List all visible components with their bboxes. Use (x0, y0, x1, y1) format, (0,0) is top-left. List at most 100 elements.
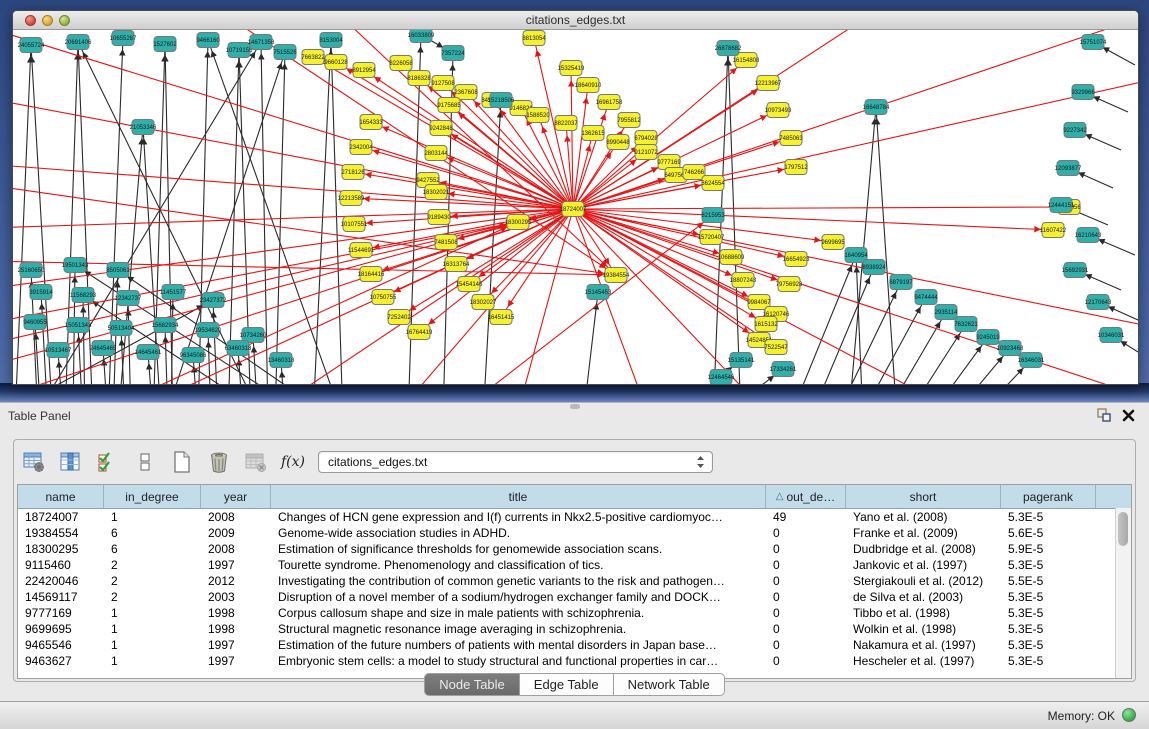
table-cell[interactable]: Stergiakouli et al. (2012) (846, 573, 1001, 589)
table-row[interactable]: 969969511998Structural magnetic resonanc… (18, 621, 1131, 637)
table-cell[interactable]: 0 (766, 557, 846, 573)
table-cell[interactable]: 9465546 (18, 637, 104, 653)
table-row[interactable]: 977716911998Corpus callosum shape and si… (18, 605, 1131, 621)
table-cell[interactable]: 1998 (201, 605, 271, 621)
table-cell[interactable]: Yano et al. (2008) (846, 509, 1001, 525)
table-row[interactable]: 911546021997Tourette syndrome. Phenomeno… (18, 557, 1131, 573)
delete-table-button[interactable] (244, 450, 268, 474)
column-header-pagerank[interactable]: pagerank (1001, 485, 1096, 508)
table-row[interactable]: 1938455462009Genome-wide association stu… (18, 525, 1131, 541)
table-cell[interactable]: 5.3E-5 (1001, 653, 1096, 669)
table-cell[interactable]: Embryonic stem cells: a model to study s… (271, 653, 766, 669)
table-cell[interactable]: Hescheler et al. (1997) (846, 653, 1001, 669)
table-cell[interactable]: 6 (104, 541, 201, 557)
table-cell[interactable]: 0 (766, 605, 846, 621)
table-cell[interactable]: 1 (104, 605, 201, 621)
table-cell[interactable]: 2008 (201, 541, 271, 557)
table-cell[interactable]: 1998 (201, 621, 271, 637)
table-source-select[interactable]: citations_edges.txt (318, 451, 713, 473)
vertical-scrollbar[interactable] (1115, 508, 1131, 678)
table-row[interactable]: 1456911722003Disruption of a novel membe… (18, 589, 1131, 605)
function-builder-button[interactable]: f(x) (281, 450, 305, 474)
table-cell[interactable]: 5.6E-5 (1001, 525, 1096, 541)
table-cell[interactable]: 2 (104, 557, 201, 573)
table-cell[interactable]: Wolkin et al. (1998) (846, 621, 1001, 637)
table-cell[interactable]: Genome-wide association studies in ADHD. (271, 525, 766, 541)
table-cell[interactable]: Changes of HCN gene expression and I(f) … (271, 509, 766, 525)
table-cell[interactable]: 2009 (201, 525, 271, 541)
table-cell[interactable]: 6 (104, 525, 201, 541)
table-cell[interactable]: 9115460 (18, 557, 104, 573)
table-cell[interactable]: 9777169 (18, 605, 104, 621)
table-cell[interactable]: Dudbridge et al. (2008) (846, 541, 1001, 557)
table-cell[interactable]: 18300295 (18, 541, 104, 557)
table-cell[interactable]: 22420046 (18, 573, 104, 589)
new-column-button[interactable] (170, 450, 194, 474)
table-cell[interactable]: 49 (766, 509, 846, 525)
table-cell[interactable]: 5.3E-5 (1001, 557, 1096, 573)
table-row[interactable]: 2242004622012Investigating the contribut… (18, 573, 1131, 589)
column-header-out-de-[interactable]: △out_de… (766, 485, 846, 508)
table-cell[interactable]: Franke et al. (2009) (846, 525, 1001, 541)
row-mode-button[interactable] (133, 450, 157, 474)
scrollbar-thumb[interactable] (1118, 512, 1128, 546)
window-titlebar[interactable]: citations_edges.txt (13, 11, 1138, 30)
show-columns-button[interactable] (59, 450, 83, 474)
table-cell[interactable]: 0 (766, 637, 846, 653)
table-cell[interactable]: 1 (104, 653, 201, 669)
table-cell[interactable]: 5.3E-5 (1001, 605, 1096, 621)
table-cell[interactable]: 9699695 (18, 621, 104, 637)
table-cell[interactable]: 5.9E-5 (1001, 541, 1096, 557)
table-cell[interactable]: Estimation of the future numbers of pati… (271, 637, 766, 653)
table-cell[interactable]: 19384554 (18, 525, 104, 541)
table-row[interactable]: 946554611997Estimation of the future num… (18, 637, 1131, 653)
table-cell[interactable]: 0 (766, 589, 846, 605)
table-row[interactable]: 1872400712008Changes of HCN gene express… (18, 509, 1131, 525)
table-cell[interactable]: 5.3E-5 (1001, 509, 1096, 525)
table-cell[interactable]: 14569117 (18, 589, 104, 605)
table-row[interactable]: 1830029562008Estimation of significance … (18, 541, 1131, 557)
table-cell[interactable]: 1 (104, 637, 201, 653)
float-window-icon[interactable] (1097, 408, 1111, 427)
table-cell[interactable]: 1 (104, 509, 201, 525)
delete-column-button[interactable] (207, 450, 231, 474)
table-cell[interactable]: 0 (766, 525, 846, 541)
column-header-in-degree[interactable]: in_degree (104, 485, 201, 508)
column-header-year[interactable]: year (201, 485, 271, 508)
table-cell[interactable]: 5.5E-5 (1001, 573, 1096, 589)
tab-network-table[interactable]: Network Table (614, 673, 725, 696)
table-cell[interactable]: 2 (104, 589, 201, 605)
table-cell[interactable]: Tourette syndrome. Phenomenology and cla… (271, 557, 766, 573)
table-cell[interactable]: 5.3E-5 (1001, 637, 1096, 653)
table-cell[interactable]: Estimation of significance thresholds fo… (271, 541, 766, 557)
table-cell[interactable]: 0 (766, 573, 846, 589)
table-cell[interactable]: 18724007 (18, 509, 104, 525)
table-cell[interactable]: Jankovic et al. (1997) (846, 557, 1001, 573)
table-cell[interactable]: 0 (766, 653, 846, 669)
tab-node-table[interactable]: Node Table (424, 673, 520, 696)
table-cell[interactable]: 0 (766, 541, 846, 557)
table-cell[interactable]: Corpus callosum shape and size in male p… (271, 605, 766, 621)
table-cell[interactable]: 1 (104, 621, 201, 637)
network-graph-canvas[interactable]: 1872400782260588186328912750823676089175… (13, 30, 1138, 385)
table-cell[interactable]: 2012 (201, 573, 271, 589)
table-cell[interactable]: 2003 (201, 589, 271, 605)
table-cell[interactable]: Disruption of a novel member of a sodium… (271, 589, 766, 605)
table-options-button[interactable] (22, 450, 46, 474)
table-cell[interactable]: 1997 (201, 653, 271, 669)
table-row[interactable]: 946362711997Embryonic stem cells: a mode… (18, 653, 1131, 669)
column-header-short[interactable]: short (846, 485, 1001, 508)
table-cell[interactable]: 2 (104, 573, 201, 589)
selection-mode-button[interactable] (96, 450, 120, 474)
column-header-title[interactable]: title (271, 485, 766, 508)
table-cell[interactable]: Investigating the contribution of common… (271, 573, 766, 589)
table-cell[interactable]: 9463627 (18, 653, 104, 669)
table-cell[interactable]: de Silva et al. (2003) (846, 589, 1001, 605)
table-cell[interactable]: Tibbo et al. (1998) (846, 605, 1001, 621)
table-cell[interactable]: 5.3E-5 (1001, 621, 1096, 637)
table-cell[interactable]: 0 (766, 621, 846, 637)
table-cell[interactable]: 1997 (201, 557, 271, 573)
close-panel-icon[interactable] (1122, 409, 1135, 427)
table-cell[interactable]: Nakamura et al. (1997) (846, 637, 1001, 653)
column-header-name[interactable]: name (18, 485, 104, 508)
